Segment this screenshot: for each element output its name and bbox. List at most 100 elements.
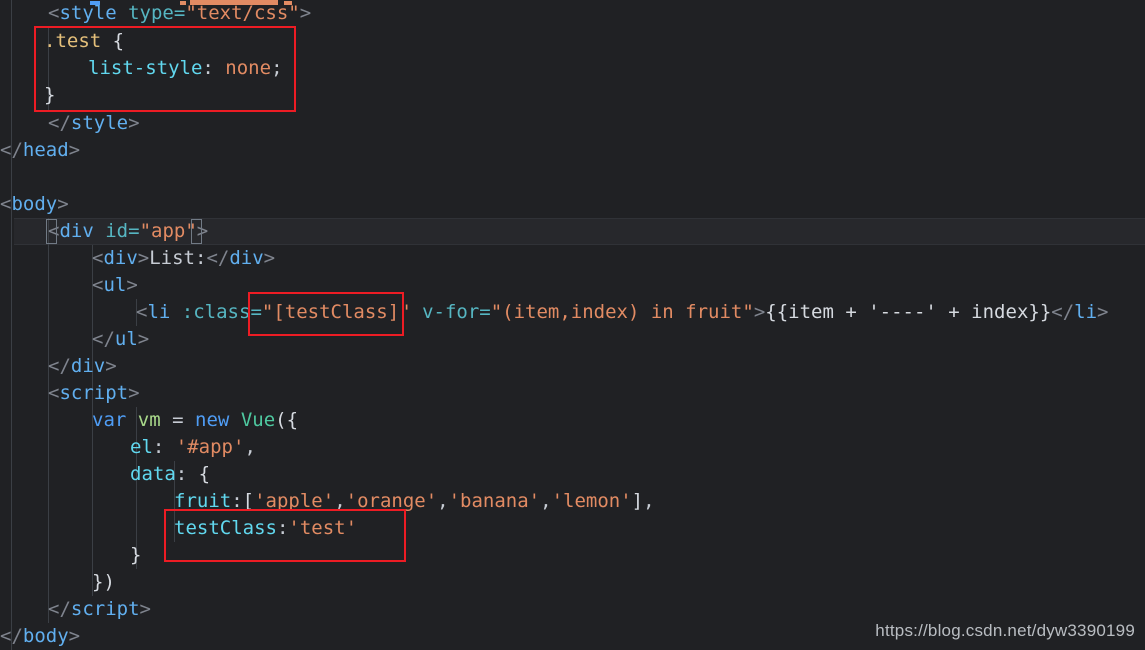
line-var-vm-token-7 <box>229 407 240 434</box>
line-div-close-token-1: div <box>70 355 106 377</box>
line-ul-close[interactable]: </ul> <box>0 326 1145 353</box>
line-vue-close[interactable]: }) <box>0 569 1145 596</box>
line-var-vm[interactable]: var vm = new Vue({ <box>0 407 1145 434</box>
line-css-selector-token-2: { <box>112 30 125 52</box>
line-style-open-token-1: style <box>59 2 117 24</box>
line-fruit-token-6: , <box>437 490 449 512</box>
line-css-close-brace-token-0: } <box>44 84 56 106</box>
line-style-close-token-1: style <box>70 112 129 134</box>
line-li-token-10: > <box>753 301 766 323</box>
line-css-selector-token-0: .test <box>44 30 102 52</box>
line-css-declaration-token-1: : <box>202 57 214 79</box>
line-script-open[interactable]: <script> <box>0 380 1145 407</box>
line-style-open[interactable]: <style type="text/css"> <box>0 0 1145 27</box>
line-script-close-token-0: </ <box>48 598 71 620</box>
line-ul-open-token-1: ul <box>103 274 127 296</box>
line-style-open-token-6: > <box>299 2 312 24</box>
line-div-list-token-4: </ <box>206 247 230 269</box>
line-script-open-token-0: < <box>48 382 60 404</box>
line-div-close-token-2: > <box>105 355 117 377</box>
line-data-token-1: : <box>175 463 188 485</box>
line-css-declaration-token-3: none <box>225 57 272 79</box>
line-head-close[interactable]: </head> <box>0 137 1145 164</box>
line-css-selector-token-1 <box>101 28 112 55</box>
line-div-list-token-0: < <box>92 247 104 269</box>
line-style-open-token-4: = <box>173 2 186 24</box>
line-style-close[interactable]: </style> <box>0 110 1145 137</box>
line-fruit-token-7: 'banana' <box>448 490 541 512</box>
line-div-app-token-2 <box>94 218 105 245</box>
line-ul-close-token-2: > <box>137 328 150 350</box>
line-fruit-token-10: ] <box>631 490 644 512</box>
line-script-close-token-1: script <box>70 598 140 620</box>
line-div-list-token-3: List: <box>149 247 207 269</box>
line-var-vm-token-5 <box>184 407 195 434</box>
line-var-vm-token-8: Vue <box>240 409 276 431</box>
line-style-close-token-0: </ <box>48 112 71 134</box>
line-style-open-token-0: < <box>48 2 60 24</box>
line-div-list-token-5: div <box>229 247 264 269</box>
line-div-app-token-3: id <box>105 220 129 242</box>
line-li-token-3: :class <box>181 301 251 323</box>
line-div-app[interactable]: <div id="app"> <box>0 218 1145 245</box>
line-css-selector[interactable]: .test { <box>0 28 1145 55</box>
line-div-close[interactable]: </div> <box>0 353 1145 380</box>
line-li-token-14: > <box>1097 301 1109 323</box>
line-ul-open-token-0: < <box>92 274 104 296</box>
line-head-close-token-0: </ <box>0 139 23 161</box>
line-var-vm-token-3 <box>161 407 172 434</box>
line-css-declaration[interactable]: list-style: none; <box>0 55 1145 82</box>
line-vue-close-token-0: }) <box>92 571 115 593</box>
line-li-token-8: = <box>479 301 491 323</box>
line-ul-close-token-1: ul <box>114 328 138 350</box>
line-body-close-token-1: body <box>22 625 69 647</box>
bracket-open-angle <box>46 219 57 244</box>
line-fruit-token-5: 'orange' <box>345 490 438 512</box>
line-li-token-7: v-for <box>422 301 480 323</box>
line-div-close-token-0: </ <box>48 355 71 377</box>
line-div-app-token-4: = <box>128 220 140 242</box>
line-li-token-0: < <box>136 301 148 323</box>
line-var-vm-token-4: = <box>172 409 184 431</box>
line-div-list[interactable]: <div>List:</div> <box>0 245 1145 272</box>
line-li-token-12: </ <box>1051 301 1075 323</box>
line-fruit-token-8: , <box>540 490 552 512</box>
line-style-open-token-5: "text/css" <box>185 2 300 24</box>
line-div-list-token-1: div <box>103 247 138 269</box>
code-text-surface[interactable]: <style type="text/css"> .test {list-style… <box>0 0 1145 650</box>
line-data[interactable]: data: { <box>0 461 1145 488</box>
code-editor[interactable]: <style type="text/css"> .test {list-style… <box>0 0 1145 650</box>
line-body-open[interactable]: <body> <box>0 191 1145 218</box>
line-css-declaration-token-2 <box>214 55 225 82</box>
line-fruit-token-2: [ <box>242 490 255 512</box>
line-el-token-4: , <box>244 436 256 458</box>
line-div-app-token-1: div <box>59 220 94 242</box>
line-el-token-3: '#app' <box>175 436 245 458</box>
line-fruit[interactable]: fruit:['apple','orange','banana','lemon'… <box>0 488 1145 515</box>
line-css-close-brace[interactable]: } <box>0 82 1145 109</box>
line-li[interactable]: <li :class="[testClass]" v-for="(item,in… <box>0 299 1145 326</box>
line-el[interactable]: el: '#app', <box>0 434 1145 461</box>
line-testclass-token-2: 'test' <box>288 517 358 539</box>
line-testclass[interactable]: testClass:'test' <box>0 515 1145 542</box>
line-ul-open[interactable]: <ul> <box>0 272 1145 299</box>
line-ul-open-token-2: > <box>126 274 138 296</box>
line-el-token-0: el <box>130 436 153 458</box>
line-fruit-token-1: : <box>231 490 243 512</box>
line-var-vm-token-6: new <box>195 409 230 431</box>
line-fruit-token-4: , <box>334 490 346 512</box>
line-ul-close-token-0: </ <box>92 328 115 350</box>
line-data-close[interactable]: } <box>0 542 1145 569</box>
line-testclass-token-1: : <box>276 517 289 539</box>
line-el-token-2 <box>164 434 175 461</box>
line-div-app-token-5: "app" <box>139 220 197 242</box>
line-li-token-6 <box>411 299 422 326</box>
line-data-close-token-0: } <box>130 544 142 566</box>
line-body-close-token-2: > <box>68 625 81 647</box>
line-style-open-token-2 <box>117 0 128 27</box>
line-data-token-2 <box>187 461 198 488</box>
line-li-token-4: = <box>250 301 262 323</box>
line-script-close-token-2: > <box>139 598 151 620</box>
line-el-token-1: : <box>152 436 165 458</box>
line-data-token-3: { <box>198 463 211 485</box>
